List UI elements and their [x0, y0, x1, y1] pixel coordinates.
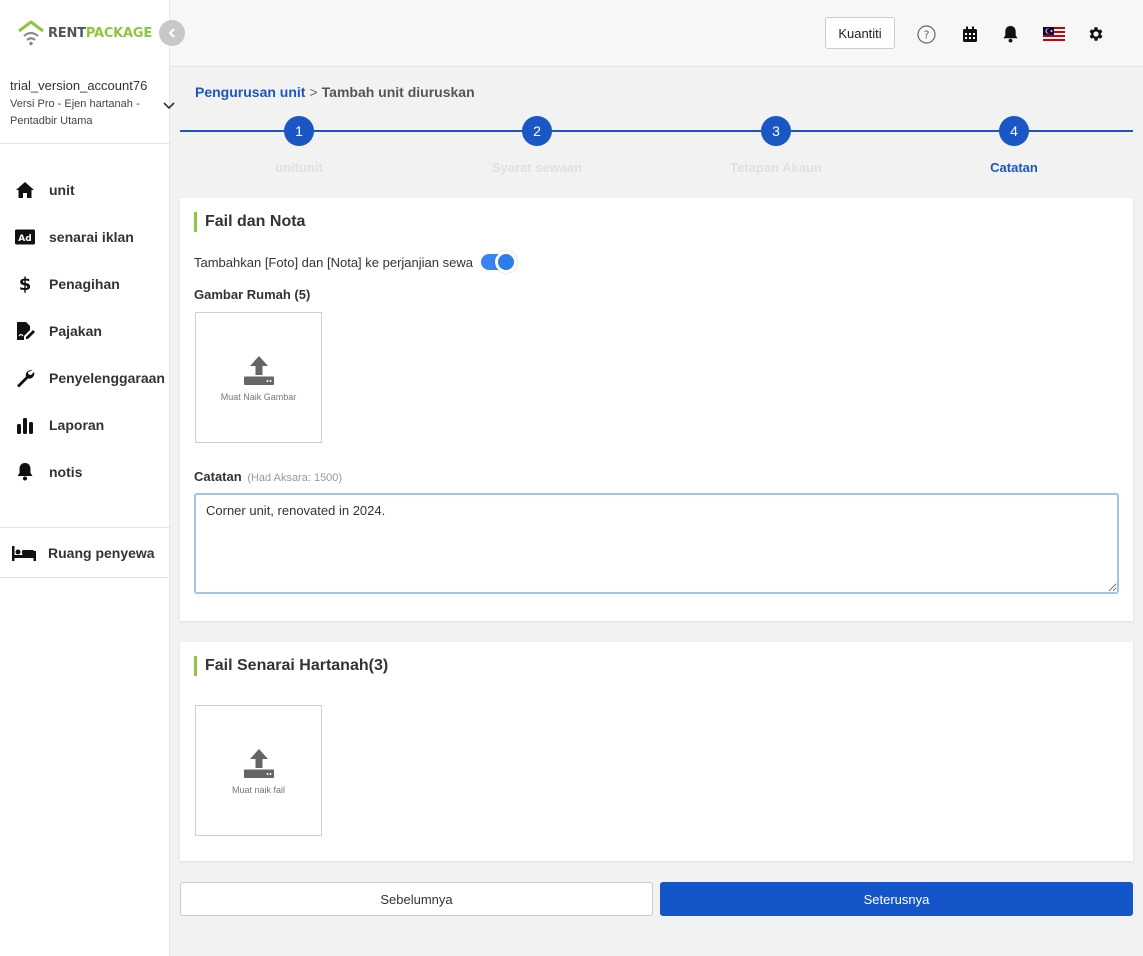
attach-photo-notes-toggle[interactable] [480, 251, 517, 273]
step-number: 3 [761, 116, 791, 146]
toggle-knob [494, 251, 517, 273]
sidebar-item-label: Penyelenggaraan [49, 369, 165, 386]
sidebar-item-pajakan[interactable]: Pajakan [0, 307, 170, 354]
help-icon[interactable]: ? [916, 24, 936, 44]
bell-icon [14, 462, 36, 482]
step-number: 4 [999, 116, 1029, 146]
upload-file-button[interactable]: Muat naik fail [195, 705, 322, 836]
sidebar-item-label: Penagihan [49, 275, 120, 292]
notes-label: Catatan (Had Aksara: 1500) [194, 469, 342, 484]
upload-image-button[interactable]: Muat Naik Gambar [195, 312, 322, 443]
bar-chart-icon [14, 415, 36, 435]
attach-toggle-row: Tambahkan [Foto] dan [Nota] ke perjanjia… [194, 251, 517, 273]
malaysia-flag-icon[interactable] [1042, 24, 1066, 44]
step-2[interactable]: 2 Syarat sewaan [437, 116, 637, 175]
wrench-icon [14, 368, 36, 388]
upload-icon [243, 355, 274, 385]
notes-label-text: Catatan [194, 469, 242, 484]
step-3[interactable]: 3 Tetapan Akaun [676, 116, 876, 175]
section-title: Fail dan Nota [194, 212, 305, 232]
sidebar-item-label: notis [49, 463, 83, 480]
house-images-label: Gambar Rumah (5) [194, 287, 311, 302]
section-title: Fail Senarai Hartanah(3) [194, 656, 388, 676]
next-button[interactable]: Seterusnya [660, 882, 1133, 916]
step-label: unitunit [275, 160, 323, 175]
sidebar-item-label: Laporan [49, 416, 105, 433]
previous-button[interactable]: Sebelumnya [180, 882, 653, 916]
upload-image-text: Muat Naik Gambar [220, 391, 297, 402]
notification-bell-icon[interactable] [1000, 24, 1020, 44]
notes-char-limit: (Had Aksara: 1500) [247, 472, 343, 484]
step-1[interactable]: 1 unitunit [199, 116, 399, 175]
notes-textarea[interactable]: Corner unit, renovated in 2024. [194, 493, 1119, 594]
account-name: trial_version_account76 [10, 78, 148, 93]
collapse-sidebar-button[interactable] [159, 20, 185, 46]
sidebar-item-label: Pajakan [49, 322, 102, 339]
sidebar-item-laporan[interactable]: Laporan [0, 401, 170, 448]
account-switcher[interactable]: trial_version_account76 Versi Pro - Ejen… [0, 68, 175, 144]
sidebar-item-penyelenggaraan[interactable]: Penyelenggaraan [0, 354, 170, 401]
sidebar-item-senarai-iklan[interactable]: Ad senarai iklan [0, 213, 170, 260]
chevron-left-icon [168, 28, 175, 38]
breadcrumb: Pengurusan unit > Tambah unit diuruskan [195, 84, 475, 100]
logo-text: RENTPACKAGE [48, 26, 152, 41]
sidebar-item-label: Ruang penyewa [48, 544, 155, 561]
sidebar-item-notis[interactable]: notis [0, 448, 170, 495]
bed-icon [12, 543, 36, 563]
files-notes-card: Fail dan Nota Tambahkan [Foto] dan [Nota… [180, 198, 1133, 621]
ad-icon: Ad [14, 227, 36, 247]
sidebar-item-label: senarai iklan [49, 228, 134, 245]
kuantiti-button[interactable]: Kuantiti [825, 17, 895, 49]
property-files-card: Fail Senarai Hartanah(3) Muat naik fail [180, 642, 1133, 861]
upload-icon [243, 748, 274, 778]
breadcrumb-separator: > [309, 84, 318, 100]
sidebar-nav: unit Ad senarai iklan $ Penagihan Pajaka… [0, 166, 170, 495]
breadcrumb-link-pengurusan-unit[interactable]: Pengurusan unit [195, 84, 305, 100]
account-role: Versi Pro - Ejen hartanah - Pentadbir Ut… [10, 98, 140, 127]
contract-icon [14, 321, 36, 341]
step-label: Syarat sewaan [491, 160, 583, 175]
sidebar-item-ruang-penyewa[interactable]: Ruang penyewa [0, 528, 170, 578]
sidebar: RENTPACKAGE trial_version_account76 Vers… [0, 0, 175, 956]
svg-text:$: $ [19, 274, 32, 294]
step-label: Catatan [990, 160, 1038, 175]
step-number: 2 [522, 116, 552, 146]
logo[interactable]: RENTPACKAGE [16, 18, 152, 48]
logo-text-package: PACKAGE [85, 25, 153, 41]
toggle-label: Tambahkan [Foto] dan [Nota] ke perjanjia… [194, 254, 473, 270]
dollar-icon: $ [14, 274, 36, 294]
breadcrumb-current: Tambah unit diuruskan [321, 84, 475, 100]
svg-text:Ad: Ad [18, 234, 31, 244]
step-4[interactable]: 4 Catatan [914, 116, 1114, 175]
sidebar-item-penagihan[interactable]: $ Penagihan [0, 260, 170, 307]
svg-text:?: ? [923, 28, 929, 41]
home-icon [14, 180, 36, 200]
settings-gear-icon[interactable] [1086, 24, 1106, 44]
sidebar-item-unit[interactable]: unit [0, 166, 170, 213]
logo-text-rent: RENT [48, 25, 86, 41]
wifi-house-icon [16, 19, 46, 47]
upload-file-text: Muat naik fail [231, 784, 286, 795]
calendar-icon[interactable] [960, 24, 980, 44]
chevron-down-icon[interactable] [162, 98, 178, 114]
sidebar-item-label: unit [49, 181, 75, 198]
top-header: Kuantiti ? [170, 0, 1143, 67]
step-number: 1 [284, 116, 314, 146]
step-label: Tetapan Akaun [730, 160, 822, 175]
